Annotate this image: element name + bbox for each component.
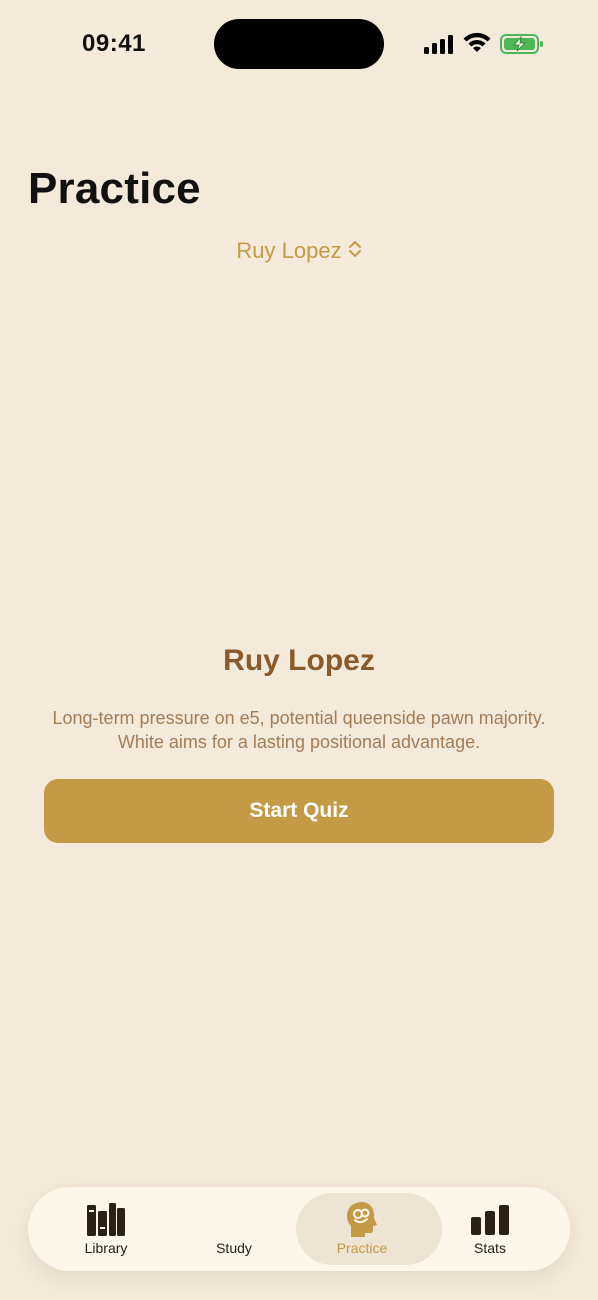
brain-head-icon	[341, 1201, 383, 1239]
tab-practice[interactable]: Practice	[296, 1187, 442, 1271]
start-quiz-button[interactable]: Start Quiz	[44, 779, 554, 843]
opening-description: Long-term pressure on e5, potential quee…	[52, 708, 546, 752]
bar-chart-icon	[469, 1201, 511, 1239]
tab-study-label: Study	[216, 1240, 252, 1256]
tab-practice-label: Practice	[336, 1240, 388, 1256]
chevron-up-down-icon	[348, 239, 362, 265]
tab-library[interactable]: Library	[42, 1187, 170, 1271]
books-icon	[85, 1201, 127, 1239]
cellular-signal-icon	[424, 35, 453, 54]
page-title: Practice	[28, 164, 201, 213]
battery-charging-icon	[500, 34, 543, 54]
opening-selector[interactable]: Ruy Lopez	[0, 238, 598, 265]
tab-stats-label: Stats	[474, 1240, 506, 1256]
opening-title: Ruy Lopez	[223, 644, 375, 677]
status-time: 09:41	[82, 30, 146, 57]
opening-selector-label: Ruy Lopez	[236, 238, 342, 263]
tab-study[interactable]: Study	[170, 1187, 298, 1271]
status-bar: 09:41	[0, 0, 598, 90]
wifi-icon	[463, 32, 491, 52]
tab-stats[interactable]: Stats	[426, 1187, 554, 1271]
tab-bar: Library Study Practice Stats	[28, 1187, 570, 1271]
dynamic-island	[214, 19, 384, 69]
tab-library-label: Library	[84, 1240, 128, 1256]
